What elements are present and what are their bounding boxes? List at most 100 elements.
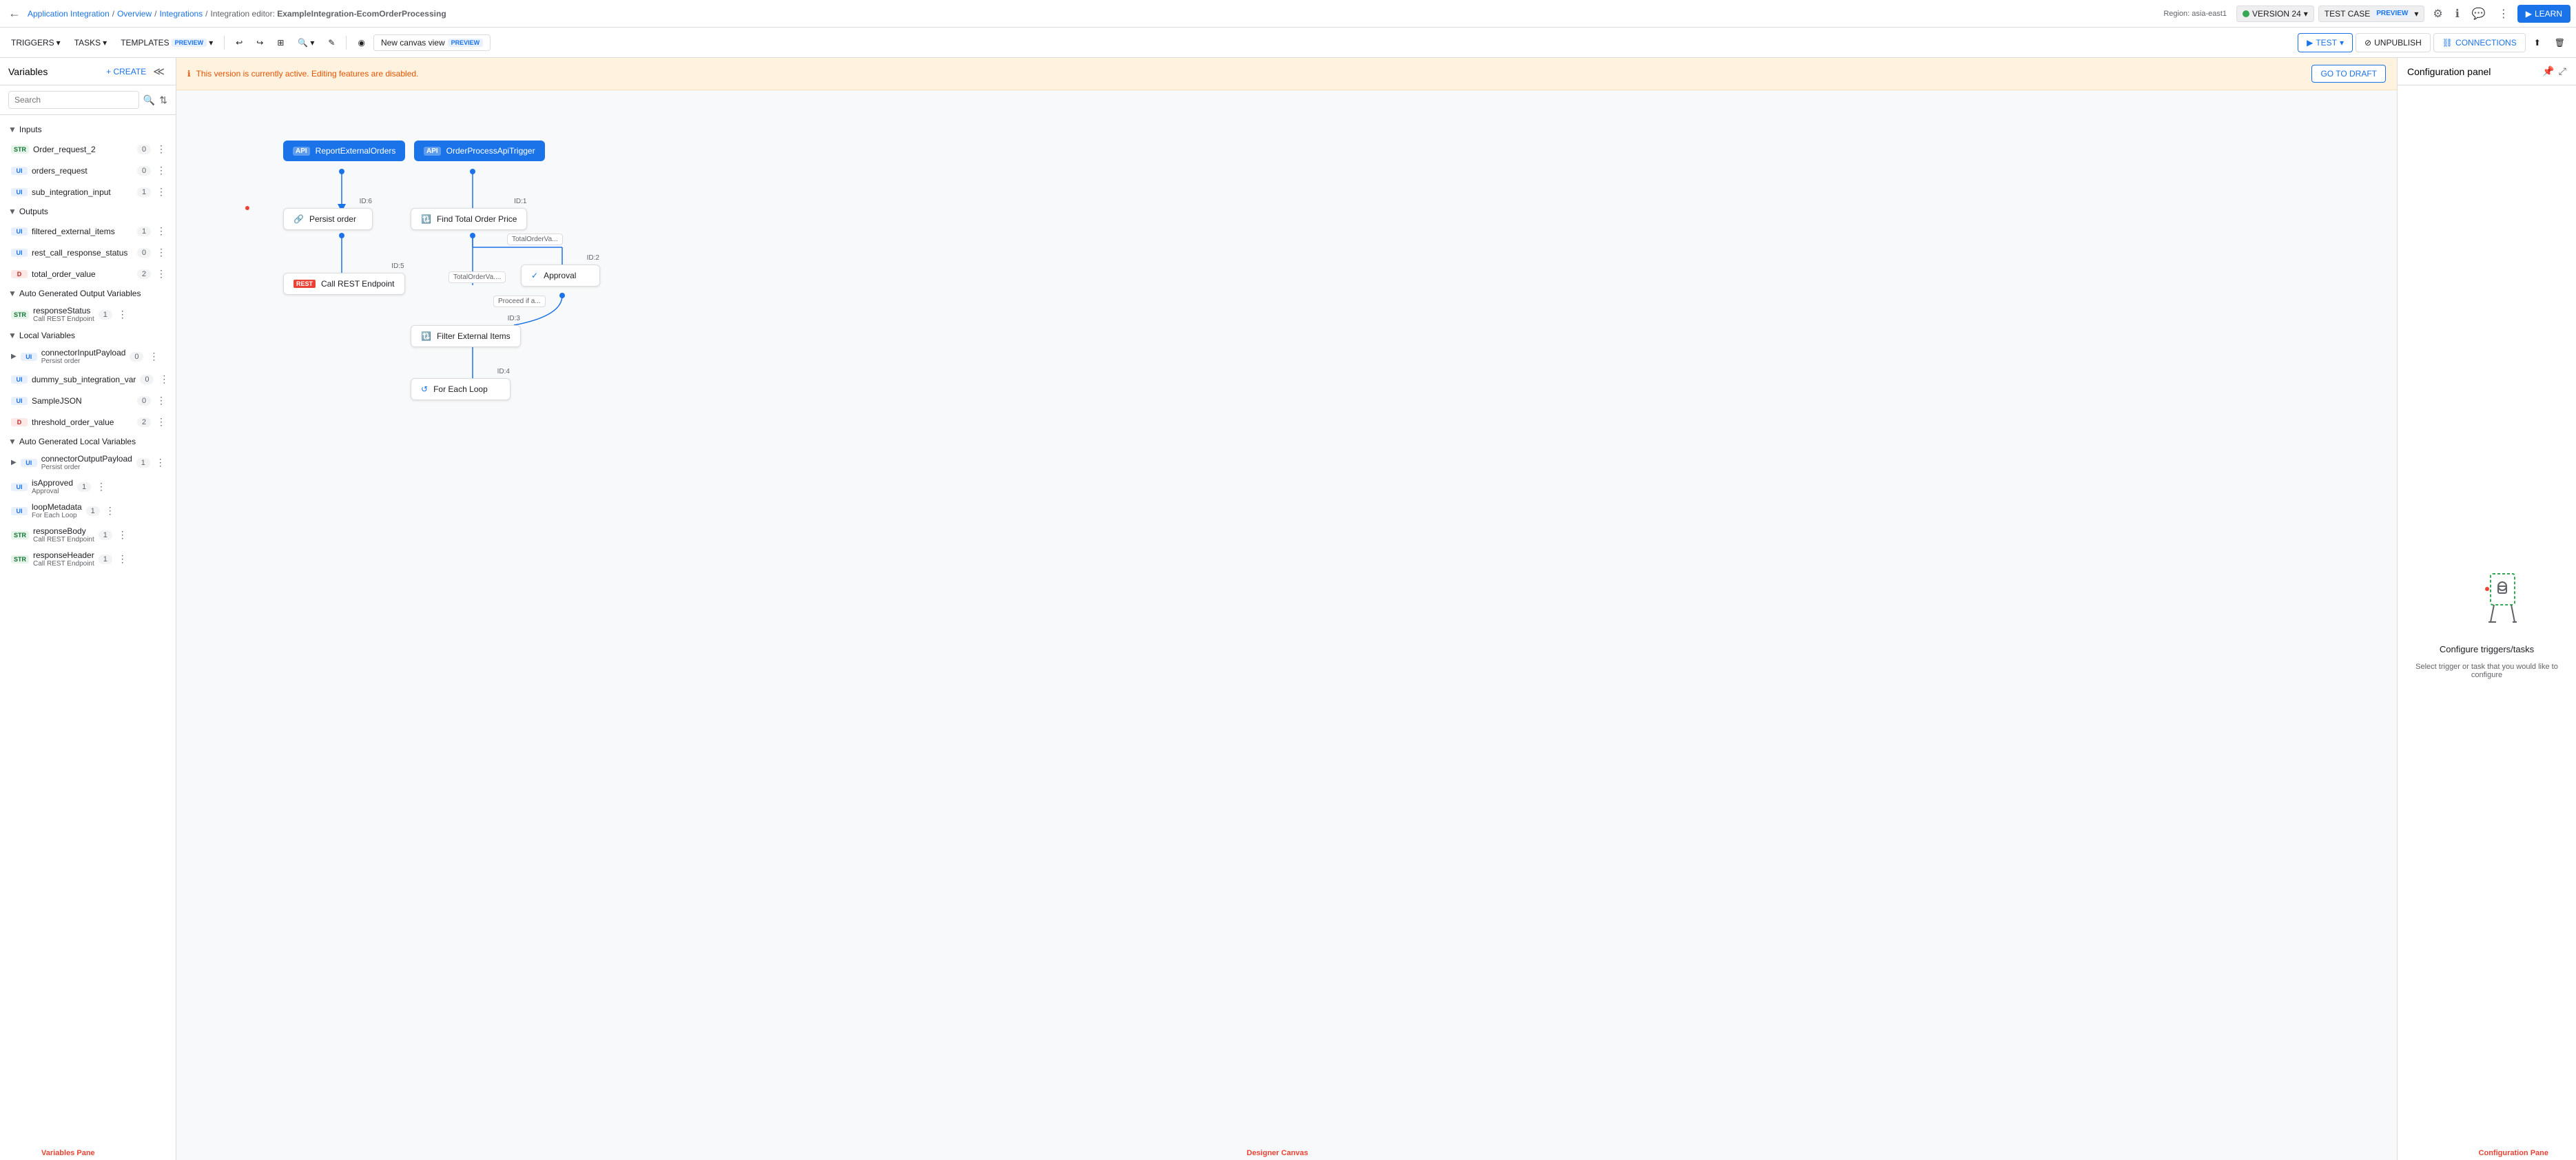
config-panel: Configuration panel 📌 ⤢: [2397, 58, 2576, 1160]
expand-icon[interactable]: ▶: [11, 459, 17, 466]
learn-button[interactable]: ▶ LEARN: [2517, 5, 2570, 23]
var-more-icon[interactable]: ⋮: [158, 372, 170, 386]
redo-button[interactable]: ↪: [251, 34, 269, 52]
templates-button[interactable]: TEMPLATES PREVIEW ▾: [115, 34, 218, 52]
flow-container: API ReportExternalOrders API OrderProces…: [176, 58, 2397, 1160]
canvas-toggle-button[interactable]: ◉: [352, 34, 370, 52]
var-count: 0: [137, 166, 151, 176]
list-item[interactable]: STR responseBody Call REST Endpoint 1 ⋮: [0, 523, 176, 547]
search-input[interactable]: [8, 91, 139, 109]
node-call-rest-endpoint[interactable]: ID:5 REST Call REST Endpoint: [283, 273, 405, 295]
share-button[interactable]: ⬆: [2528, 34, 2546, 52]
loop-icon: ↺: [421, 384, 428, 394]
type-badge-d: D: [11, 270, 28, 278]
breadcrumb-integrations[interactable]: Integrations: [159, 9, 203, 19]
local-section-header[interactable]: ▼ Local Variables: [0, 327, 176, 344]
node-order-process-trigger[interactable]: API OrderProcessApiTrigger: [414, 141, 545, 161]
node-filter-external-items[interactable]: ID:3 🔃 Filter External Items: [411, 325, 521, 347]
var-more-icon[interactable]: ⋮: [155, 142, 167, 156]
node-for-each-loop[interactable]: ID:4 ↺ For Each Loop: [411, 378, 511, 400]
type-badge-str: STR: [11, 145, 29, 154]
region-info: Region: asia-east1: [2163, 10, 2227, 18]
node-report-external-orders[interactable]: API ReportExternalOrders: [283, 141, 405, 161]
undo-button[interactable]: ↩: [230, 34, 248, 52]
var-more-icon[interactable]: ⋮: [104, 504, 116, 518]
list-item[interactable]: UI SampleJSON 0 ⋮: [0, 390, 176, 411]
version-button[interactable]: VERSION 24 ▾: [2236, 6, 2314, 22]
collapse-pane-button[interactable]: ≪: [150, 62, 167, 81]
list-item[interactable]: D total_order_value 2 ⋮: [0, 263, 176, 284]
list-item[interactable]: D threshold_order_value 2 ⋮: [0, 411, 176, 433]
list-item[interactable]: UI isApproved Approval 1 ⋮: [0, 475, 176, 499]
var-more-icon[interactable]: ⋮: [116, 528, 129, 542]
layout-button[interactable]: ⊞: [271, 34, 289, 52]
expand-icon[interactable]: ▶: [11, 353, 17, 360]
var-more-icon[interactable]: ⋮: [116, 552, 129, 566]
expand-icon[interactable]: ⤢: [2559, 65, 2566, 77]
tasks-button[interactable]: TASKS ▾: [69, 34, 113, 52]
list-item[interactable]: UI loopMetadata For Each Loop 1 ⋮: [0, 499, 176, 523]
local-chevron: ▼: [8, 331, 17, 340]
outputs-section-header[interactable]: ▼ Outputs: [0, 203, 176, 220]
list-item[interactable]: ▶ UI connectorOutputPayload Persist orde…: [0, 450, 176, 475]
variables-pane: Variables + CREATE ≪ 🔍 ⇅ ▼ Inputs STR Or…: [0, 58, 176, 1160]
chat-icon[interactable]: 💬: [2468, 3, 2490, 25]
var-more-icon[interactable]: ⋮: [155, 224, 167, 238]
var-more-icon[interactable]: ⋮: [116, 307, 129, 322]
delete-button[interactable]: 🗑: [2549, 34, 2570, 52]
list-item[interactable]: UI orders_request 0 ⋮: [0, 160, 176, 181]
var-count: 1: [137, 187, 151, 197]
canvas-inner[interactable]: API ReportExternalOrders API OrderProces…: [176, 58, 2397, 1160]
unpublish-button[interactable]: ⊘ UNPUBLISH: [2356, 33, 2431, 52]
list-item[interactable]: STR responseStatus Call REST Endpoint 1 …: [0, 302, 176, 327]
list-item[interactable]: STR Order_request_2 0 ⋮: [0, 138, 176, 160]
edit-button[interactable]: ✎: [322, 34, 340, 52]
list-item[interactable]: UI rest_call_response_status 0 ⋮: [0, 242, 176, 263]
breadcrumb-overview[interactable]: Overview: [117, 9, 152, 19]
list-item[interactable]: ▶ UI connectorInputPayload Persist order…: [0, 344, 176, 369]
back-button[interactable]: ←: [6, 3, 23, 23]
inputs-chevron: ▼: [8, 125, 17, 134]
var-more-icon[interactable]: ⋮: [147, 349, 160, 364]
search-bar: 🔍 ⇅: [0, 85, 176, 115]
node-approval[interactable]: ID:2 ✓ Approval: [521, 265, 600, 287]
list-item[interactable]: STR responseHeader Call REST Endpoint 1 …: [0, 547, 176, 571]
node-find-total-order-price[interactable]: ID:1 🔃 Find Total Order Price: [411, 208, 527, 230]
var-more-icon[interactable]: ⋮: [155, 393, 167, 408]
more-icon[interactable]: ⋮: [2494, 3, 2513, 25]
var-name: dummy_sub_integration_var: [32, 375, 136, 384]
list-item[interactable]: UI filtered_external_items 1 ⋮: [0, 220, 176, 242]
node-persist-order[interactable]: ID:6 🔗 Persist order: [283, 208, 373, 230]
var-more-icon[interactable]: ⋮: [155, 185, 167, 199]
zoom-button[interactable]: 🔍 ▾: [292, 34, 320, 52]
var-more-icon[interactable]: ⋮: [155, 245, 167, 260]
list-item[interactable]: UI sub_integration_input 1 ⋮: [0, 181, 176, 203]
auto-local-section-header[interactable]: ▼ Auto Generated Local Variables: [0, 433, 176, 450]
var-more-icon[interactable]: ⋮: [155, 163, 167, 178]
list-item[interactable]: UI dummy_sub_integration_var 0 ⋮: [0, 369, 176, 390]
config-illustration: [2453, 567, 2522, 636]
test-button[interactable]: ▶ TEST ▾: [2298, 33, 2353, 52]
var-name: total_order_value: [32, 269, 133, 279]
info-icon[interactable]: ℹ: [2451, 3, 2464, 25]
breadcrumb-app[interactable]: Application Integration: [28, 9, 110, 19]
approval-icon: ✓: [531, 271, 538, 280]
test-case-button[interactable]: TEST CASE PREVIEW ▾: [2318, 6, 2425, 22]
create-variable-button[interactable]: + CREATE: [102, 64, 150, 79]
pin-icon[interactable]: 📌: [2542, 65, 2554, 77]
var-more-icon[interactable]: ⋮: [154, 455, 167, 470]
triggers-button[interactable]: TRIGGERS ▾: [6, 34, 66, 52]
var-name: loopMetadata: [32, 502, 82, 512]
type-badge-ui: UI: [11, 397, 28, 405]
settings-icon[interactable]: ⚙: [2429, 3, 2446, 25]
connections-button[interactable]: ⛓ CONNECTIONS: [2433, 33, 2526, 52]
var-more-icon[interactable]: ⋮: [155, 415, 167, 429]
designer-canvas[interactable]: ℹ This version is currently active. Edit…: [176, 58, 2397, 1160]
var-name: filtered_external_items: [32, 227, 133, 236]
var-more-icon[interactable]: ⋮: [95, 479, 107, 494]
auto-output-section-header[interactable]: ▼ Auto Generated Output Variables: [0, 284, 176, 302]
sort-icon[interactable]: ⇅: [159, 94, 167, 106]
canvas-view-button[interactable]: New canvas view PREVIEW: [373, 34, 491, 51]
var-more-icon[interactable]: ⋮: [155, 267, 167, 281]
inputs-section-header[interactable]: ▼ Inputs: [0, 121, 176, 138]
